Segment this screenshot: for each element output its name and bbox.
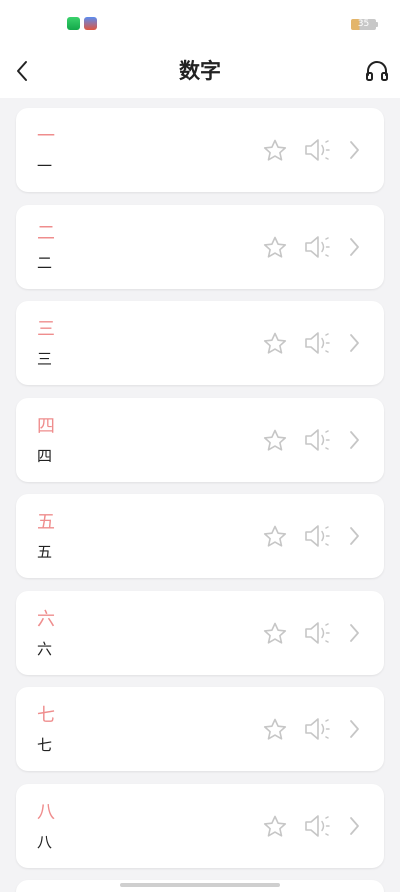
character-label: 三 bbox=[37, 350, 53, 368]
list-item[interactable]: 五五 bbox=[16, 494, 384, 578]
character-label: 二 bbox=[37, 253, 53, 272]
favorite-button[interactable] bbox=[262, 331, 288, 357]
headphones-button[interactable] bbox=[364, 58, 390, 84]
star-outline-icon bbox=[263, 815, 287, 837]
speaker-icon bbox=[305, 428, 330, 451]
star-outline-icon bbox=[263, 139, 287, 161]
open-detail-button[interactable] bbox=[346, 622, 362, 644]
play-audio-button[interactable] bbox=[303, 522, 331, 550]
character-label: 六 bbox=[37, 639, 53, 658]
character-title: 八 bbox=[37, 801, 55, 823]
favorite-button[interactable] bbox=[262, 717, 288, 743]
character-title: 五 bbox=[37, 512, 55, 533]
favorite-button[interactable] bbox=[262, 235, 288, 261]
list-item[interactable]: 二二 bbox=[16, 204, 384, 289]
open-detail-button[interactable] bbox=[346, 525, 362, 547]
character-title: 二 bbox=[37, 222, 55, 244]
chevron-right-icon bbox=[350, 720, 359, 738]
status-bar: 35 bbox=[0, 0, 400, 48]
app-notification-icon bbox=[67, 17, 80, 30]
header: 数字 bbox=[0, 48, 400, 98]
chevron-right-icon bbox=[350, 141, 359, 159]
list-item[interactable]: 一一 bbox=[16, 108, 384, 192]
speaker-icon bbox=[305, 814, 330, 837]
favorite-button[interactable] bbox=[262, 428, 288, 454]
character-label: 八 bbox=[37, 832, 53, 851]
play-audio-button[interactable] bbox=[303, 329, 331, 357]
speaker-icon bbox=[305, 621, 330, 644]
character-title: 四 bbox=[37, 415, 55, 437]
favorite-button[interactable] bbox=[262, 814, 288, 840]
character-title: 三 bbox=[37, 319, 55, 340]
page-title: 数字 bbox=[179, 59, 221, 83]
open-detail-button[interactable] bbox=[346, 718, 362, 740]
play-audio-button[interactable] bbox=[303, 233, 331, 261]
open-detail-button[interactable] bbox=[346, 139, 362, 161]
home-indicator bbox=[120, 883, 280, 887]
open-detail-button[interactable] bbox=[346, 236, 362, 258]
chevron-right-icon bbox=[350, 430, 359, 449]
chevron-left-icon bbox=[17, 61, 27, 81]
play-audio-button[interactable] bbox=[303, 715, 331, 743]
character-title: 七 bbox=[37, 705, 55, 726]
play-audio-button[interactable] bbox=[303, 812, 331, 840]
list-item[interactable]: 四四 bbox=[16, 397, 384, 482]
favorite-button[interactable] bbox=[262, 524, 288, 550]
chevron-right-icon bbox=[350, 527, 359, 545]
star-outline-icon bbox=[263, 622, 287, 644]
back-button[interactable] bbox=[10, 58, 36, 84]
star-outline-icon bbox=[263, 332, 287, 354]
open-detail-button[interactable] bbox=[346, 815, 362, 837]
list-item[interactable]: 三三 bbox=[16, 301, 384, 385]
speaker-icon bbox=[305, 139, 330, 161]
list-item[interactable]: 六六 bbox=[16, 590, 384, 675]
open-detail-button[interactable] bbox=[346, 429, 362, 451]
star-outline-icon bbox=[263, 525, 287, 547]
favorite-button[interactable] bbox=[262, 621, 288, 647]
play-audio-button[interactable] bbox=[303, 426, 331, 454]
star-outline-icon bbox=[263, 236, 287, 258]
play-audio-button[interactable] bbox=[303, 136, 331, 164]
chevron-right-icon bbox=[350, 237, 359, 256]
app-notification-icon bbox=[84, 17, 97, 30]
star-outline-icon bbox=[263, 429, 287, 451]
open-detail-button[interactable] bbox=[346, 332, 362, 354]
battery-icon: 35 bbox=[351, 19, 376, 30]
character-label: 四 bbox=[37, 446, 53, 465]
chevron-right-icon bbox=[350, 623, 359, 642]
speaker-icon bbox=[305, 235, 330, 258]
character-title: 六 bbox=[37, 608, 55, 630]
favorite-button[interactable] bbox=[262, 138, 288, 164]
play-audio-button[interactable] bbox=[303, 619, 331, 647]
headphones-icon bbox=[366, 61, 388, 81]
speaker-icon bbox=[305, 332, 330, 354]
battery-tip bbox=[376, 22, 378, 27]
chevron-right-icon bbox=[350, 816, 359, 835]
list-item[interactable]: 八八 bbox=[16, 783, 384, 868]
list-item[interactable]: 七七 bbox=[16, 687, 384, 771]
speaker-icon bbox=[305, 525, 330, 547]
chevron-right-icon bbox=[350, 334, 359, 352]
character-title: 一 bbox=[37, 126, 55, 147]
character-label: 五 bbox=[37, 543, 53, 561]
star-outline-icon bbox=[263, 718, 287, 740]
character-label: 七 bbox=[37, 736, 53, 754]
character-label: 一 bbox=[37, 157, 53, 175]
speaker-icon bbox=[305, 718, 330, 740]
